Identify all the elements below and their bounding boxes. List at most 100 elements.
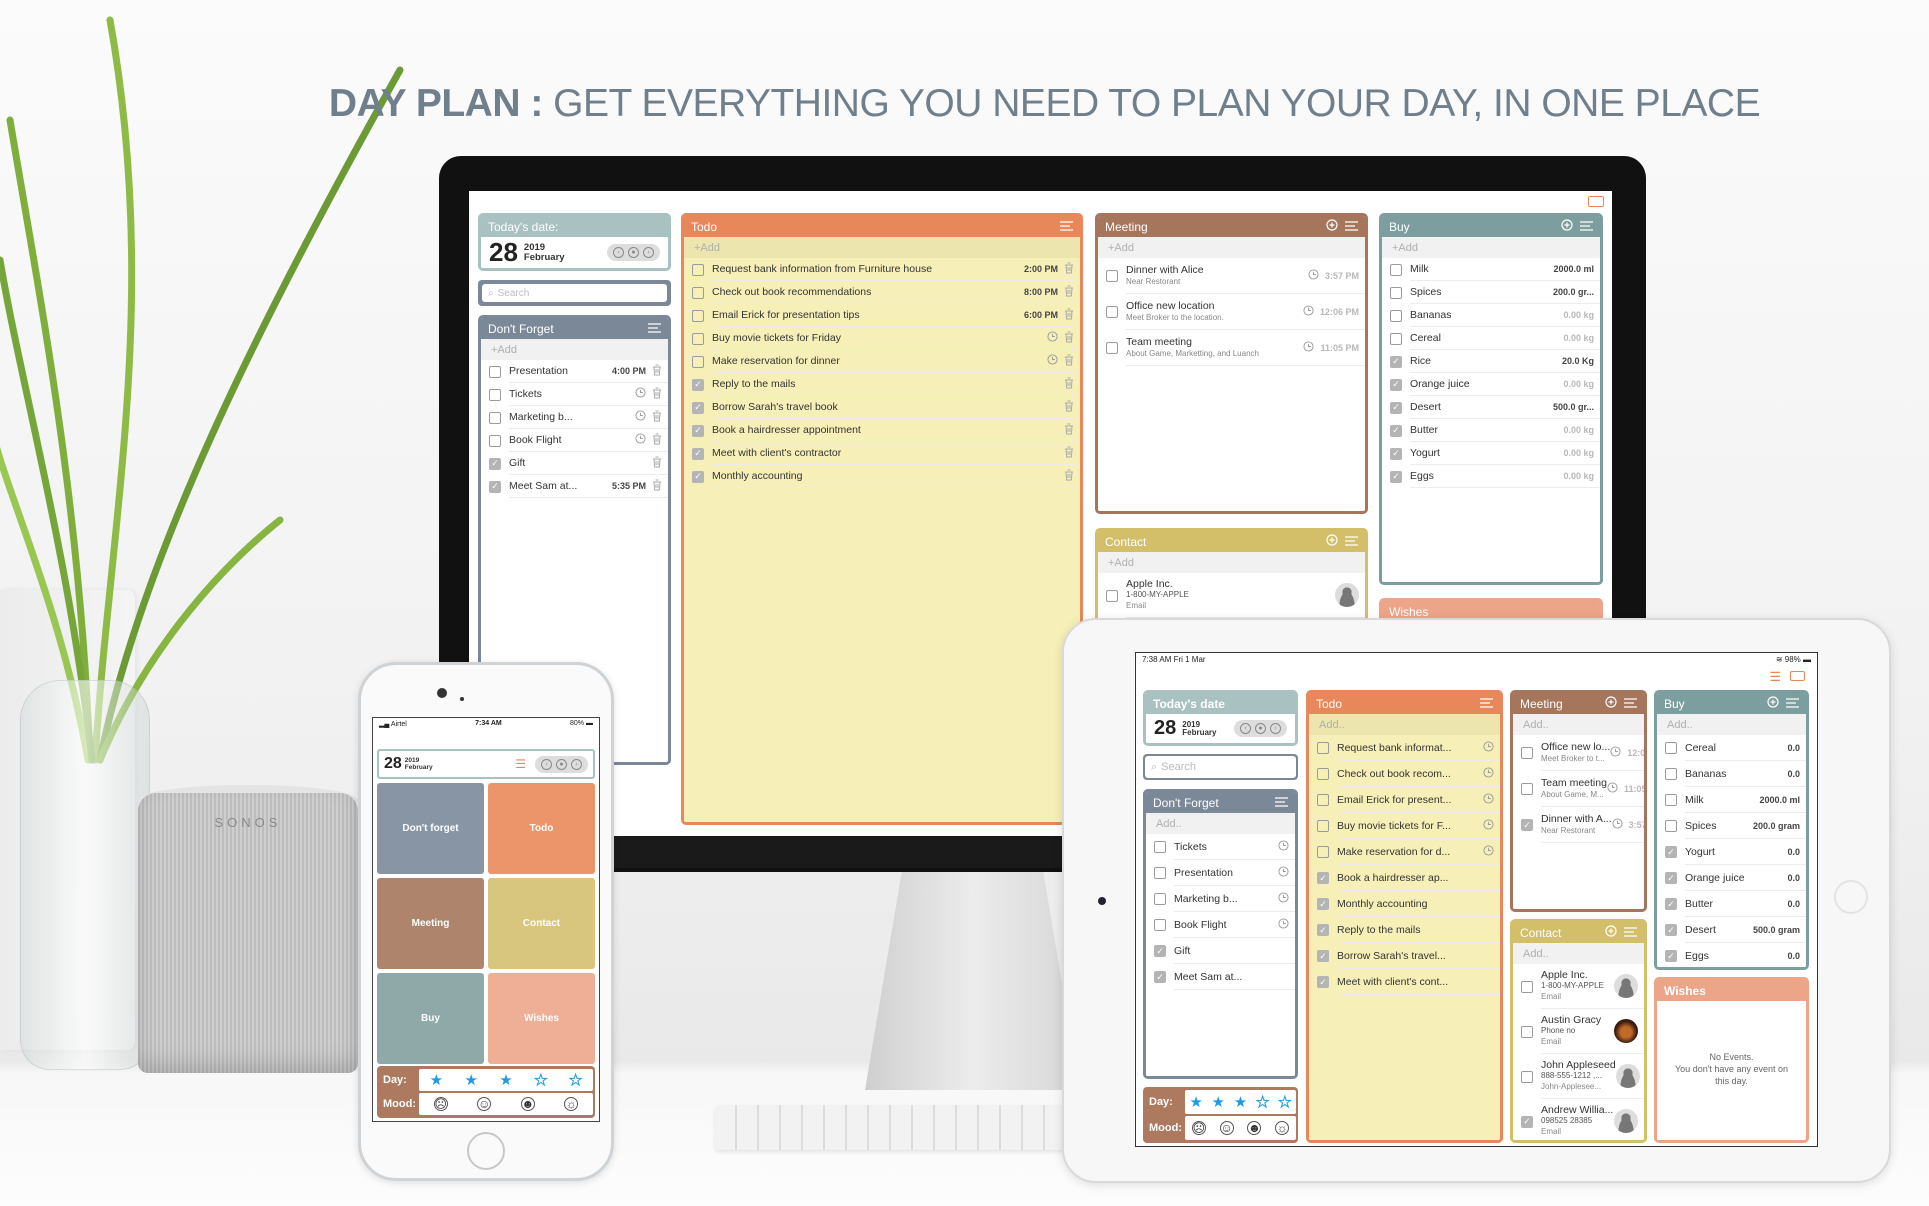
mood-smile-icon[interactable]: ☺	[1219, 1121, 1234, 1135]
list-item[interactable]: Presentation 4:00 PM	[481, 360, 668, 383]
checkbox[interactable]: ✓	[489, 457, 501, 470]
checkbox[interactable]: ✓	[1390, 378, 1402, 391]
next-day-icon[interactable]: ›	[571, 758, 582, 770]
checkbox[interactable]	[1317, 846, 1329, 858]
checkbox[interactable]	[1521, 1070, 1533, 1083]
list-item[interactable]: ✓ Orange juice 0.00 kg	[1382, 373, 1600, 396]
tile-buy[interactable]: Buy	[377, 973, 484, 1064]
checkbox[interactable]: ✓	[692, 470, 704, 483]
settings-sliders-icon[interactable]: ☰	[515, 757, 526, 771]
list-item[interactable]: ✓ Rice 20.0 Kg	[1382, 350, 1600, 373]
menu-icon[interactable]	[1480, 697, 1493, 711]
list-item[interactable]: ✓ Andrew Willia... 098525 28385 Email	[1513, 1099, 1644, 1140]
list-item[interactable]: ✓ Borrow Sarah's travel...	[1309, 943, 1500, 969]
mood-picker[interactable]: ☹ ☺ ☻ ☼	[419, 1093, 593, 1115]
list-item[interactable]: Check out book recom...	[1309, 761, 1500, 787]
checkbox[interactable]: ✓	[1154, 945, 1166, 957]
list-item[interactable]: Austin Gracy Phone no Email	[1513, 1009, 1644, 1054]
add-item-input[interactable]: +Add	[1098, 552, 1365, 573]
add-item-input[interactable]: Add..	[1146, 813, 1295, 834]
checkbox[interactable]: ✓	[692, 401, 704, 414]
checkbox[interactable]	[1390, 332, 1402, 345]
list-item[interactable]: Spices 200.0 gram	[1657, 813, 1806, 839]
today-icon[interactable]: ●	[1255, 723, 1266, 734]
list-item[interactable]: Email Erick for presentation tips 6:00 PM	[684, 304, 1080, 327]
trash-icon[interactable]	[1064, 469, 1074, 484]
checkbox[interactable]: ✓	[692, 447, 704, 460]
mood-picker[interactable]: ☹ ☺ ☻ ☼	[1185, 1116, 1296, 1140]
checkbox[interactable]	[1521, 980, 1533, 993]
mood-sad-icon[interactable]: ☹	[1191, 1121, 1206, 1135]
list-item[interactable]: ✓ Reply to the mails	[1309, 917, 1500, 943]
list-item[interactable]: ✓ Gift	[1146, 938, 1295, 964]
list-item[interactable]: Tickets	[1146, 834, 1295, 860]
clock-icon[interactable]	[1483, 844, 1494, 859]
checkbox[interactable]	[1317, 742, 1329, 754]
list-item[interactable]: Cereal 0.00 kg	[1382, 327, 1600, 350]
checkbox[interactable]: ✓	[1317, 950, 1329, 962]
checkbox[interactable]: ✓	[1390, 470, 1402, 483]
list-item[interactable]: ✓ Gift	[481, 452, 668, 475]
list-item[interactable]: ✓ Desert 500.0 gram	[1657, 917, 1806, 943]
checkbox[interactable]	[1317, 768, 1329, 780]
list-item[interactable]: Bananas 0.0	[1657, 761, 1806, 787]
tile-meeting[interactable]: Meeting	[377, 878, 484, 969]
list-item[interactable]: Buy movie tickets for Friday	[684, 327, 1080, 350]
add-item-input[interactable]: Add..	[1513, 714, 1644, 735]
checkbox[interactable]	[1106, 270, 1118, 282]
list-item[interactable]: ✓ Desert 500.0 gr...	[1382, 396, 1600, 419]
trash-icon[interactable]	[1064, 262, 1074, 277]
clock-icon[interactable]	[1483, 818, 1494, 833]
trash-icon[interactable]	[652, 410, 662, 425]
checkbox[interactable]	[489, 388, 501, 401]
checkbox[interactable]	[489, 434, 501, 447]
checkbox[interactable]	[489, 411, 501, 424]
list-item[interactable]: ✓ Yogurt 0.0	[1657, 839, 1806, 865]
add-item-input[interactable]: +Add	[684, 237, 1080, 258]
star-empty-icon[interactable]: ★	[568, 1071, 582, 1090]
checkbox[interactable]	[1154, 841, 1166, 853]
clock-icon[interactable]	[1278, 891, 1289, 906]
checkbox[interactable]: ✓	[1665, 898, 1677, 910]
mood-surprised-icon[interactable]: ☼	[1275, 1121, 1290, 1135]
list-item[interactable]: Milk 2000.0 ml	[1382, 258, 1600, 281]
checkbox[interactable]: ✓	[692, 424, 704, 437]
trash-icon[interactable]	[1064, 354, 1074, 369]
clock-icon[interactable]	[1278, 917, 1289, 932]
checkbox[interactable]	[1106, 342, 1118, 354]
list-item[interactable]: Tickets	[481, 383, 668, 406]
checkbox[interactable]: ✓	[1665, 846, 1677, 858]
menu-icon[interactable]	[1345, 535, 1358, 549]
add-circle-icon[interactable]	[1326, 534, 1338, 549]
list-item[interactable]: ✓ Butter 0.00 kg	[1382, 419, 1600, 442]
list-item[interactable]: Request bank information from Furniture …	[684, 258, 1080, 281]
tile-contact[interactable]: Contact	[488, 878, 595, 969]
star-filled-icon[interactable]: ★	[1234, 1093, 1247, 1111]
checkbox[interactable]	[692, 309, 704, 322]
clock-icon[interactable]	[635, 433, 646, 447]
checkbox[interactable]	[692, 263, 704, 276]
add-item-input[interactable]: +Add	[1382, 237, 1600, 258]
checkbox[interactable]	[692, 332, 704, 345]
list-item[interactable]: ✓ Meet with client's contractor	[684, 442, 1080, 465]
list-item[interactable]: Bananas 0.00 kg	[1382, 304, 1600, 327]
checkbox[interactable]: ✓	[1390, 424, 1402, 437]
clock-icon[interactable]	[1483, 792, 1494, 807]
checkbox[interactable]: ✓	[489, 480, 501, 493]
add-item-input[interactable]: +Add	[481, 339, 668, 360]
add-circle-icon[interactable]	[1605, 925, 1617, 940]
menu-icon[interactable]	[1345, 220, 1358, 234]
list-item[interactable]: ✓ Monthly accounting	[684, 465, 1080, 488]
trash-icon[interactable]	[1064, 400, 1074, 415]
clock-icon[interactable]	[1278, 865, 1289, 880]
checkbox[interactable]: ✓	[1390, 401, 1402, 414]
star-filled-icon[interactable]: ★	[464, 1071, 477, 1089]
add-circle-icon[interactable]	[1561, 219, 1573, 234]
checkbox[interactable]	[1665, 768, 1677, 780]
trash-icon[interactable]	[1064, 331, 1074, 346]
trash-icon[interactable]	[1064, 423, 1074, 438]
list-item[interactable]: John Appleseed 888-555-1212 ,... John-Appl…	[1513, 1054, 1644, 1099]
clock-icon[interactable]	[1047, 331, 1058, 345]
list-item[interactable]: Cereal 0.0	[1657, 735, 1806, 761]
list-item[interactable]: ✓ Orange juice 0.0	[1657, 865, 1806, 891]
